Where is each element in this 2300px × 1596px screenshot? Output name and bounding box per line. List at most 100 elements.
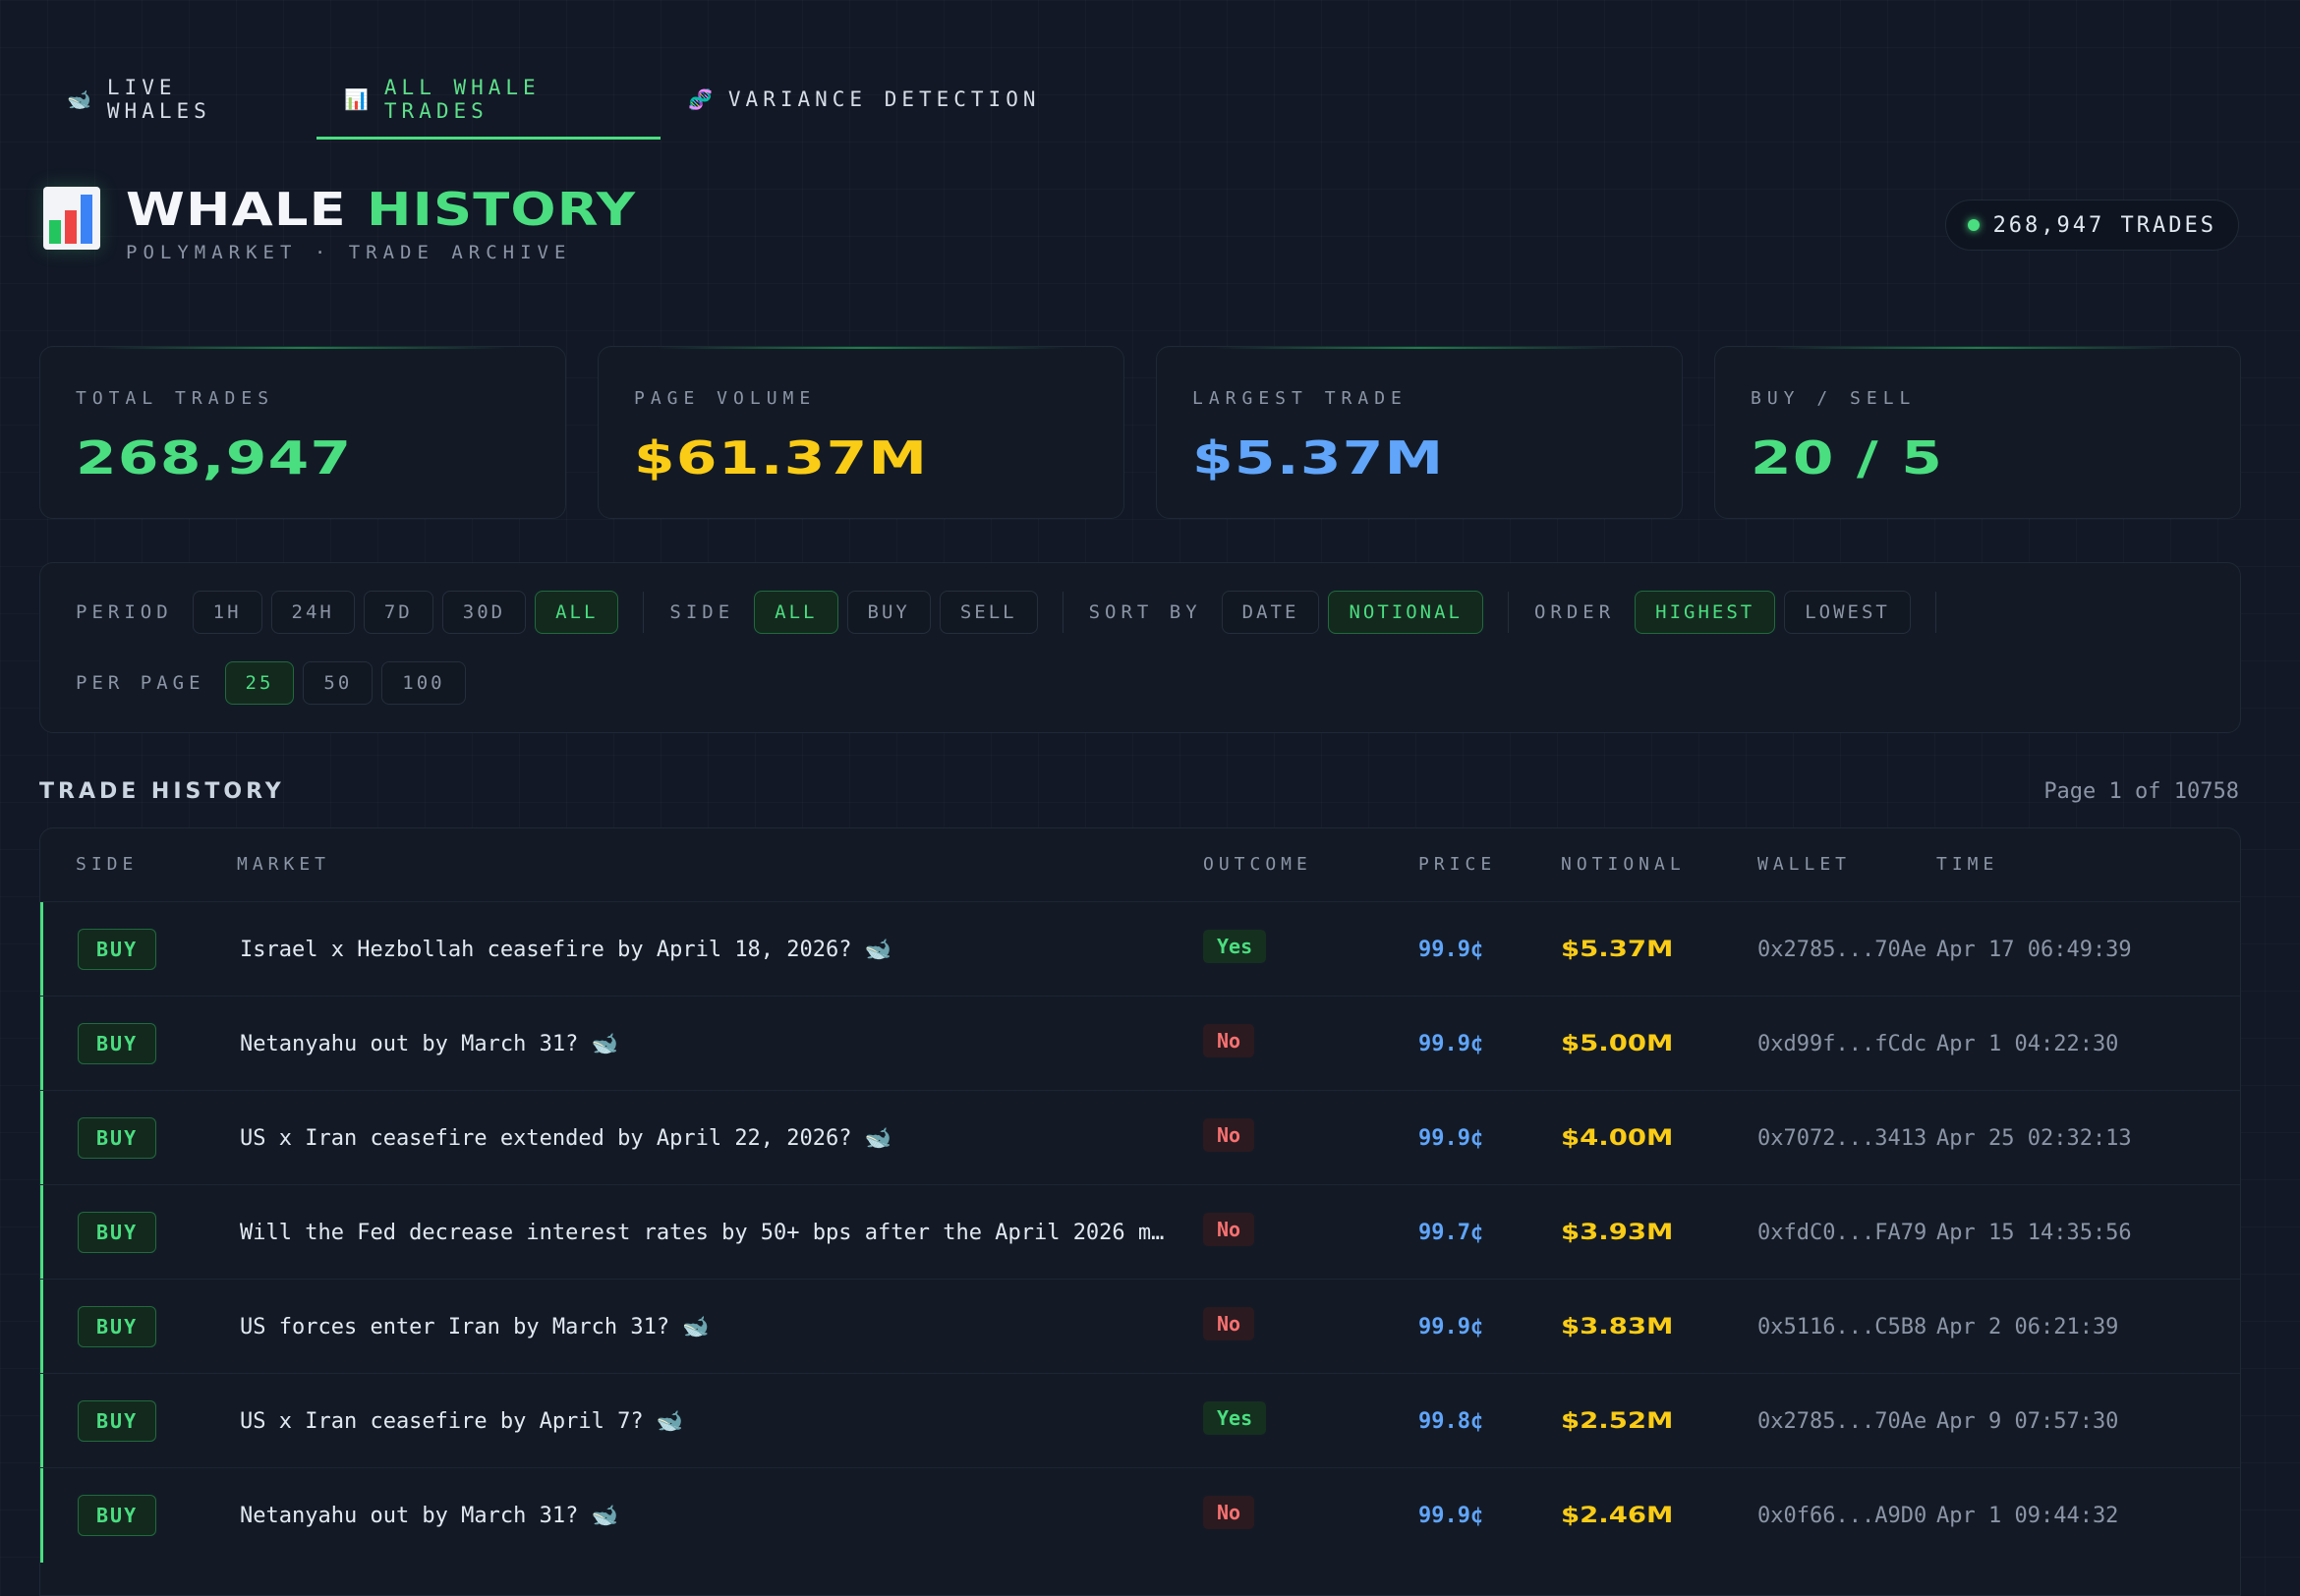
stat-value: 268,947 bbox=[76, 431, 353, 484]
divider bbox=[1507, 592, 1509, 633]
order-label: ORDER bbox=[1533, 601, 1616, 623]
market-link[interactable]: Israel x Hezbollah ceasefire by April 18… bbox=[240, 938, 1183, 962]
market-link[interactable]: US forces enter Iran by March 31? 🐋 bbox=[240, 1315, 1183, 1340]
trade-time: Apr 2 06:21:39 bbox=[1936, 1314, 2119, 1340]
table-row[interactable]: BUY US x Iran ceasefire extended by Apri… bbox=[40, 1090, 2240, 1185]
price-value: 99.9¢ bbox=[1418, 1314, 1484, 1340]
sort-date-button[interactable]: DATE bbox=[1221, 591, 1320, 634]
market-link[interactable]: Netanyahu out by March 31? 🐋 bbox=[240, 1504, 1183, 1528]
per-page-25-button[interactable]: 25 bbox=[224, 661, 295, 705]
order-highest-button[interactable]: HIGHEST bbox=[1635, 591, 1776, 634]
table-row[interactable]: BUY Israel x Hezbollah ceasefire by Apri… bbox=[40, 901, 2240, 997]
price-value: 99.7¢ bbox=[1418, 1220, 1484, 1245]
tab-variance-detection[interactable]: 🧬 VARIANCE DETECTION bbox=[661, 59, 1067, 140]
price-value: 99.9¢ bbox=[1418, 937, 1484, 962]
sort-notional-button[interactable]: NOTIONAL bbox=[1328, 591, 1483, 634]
period-1h-button[interactable]: 1H bbox=[192, 591, 262, 634]
page-title: WHALE HISTORY bbox=[126, 183, 636, 236]
stat-card-total-trades: TOTAL TRADES 268,947 bbox=[39, 346, 566, 519]
market-link[interactable]: US x Iran ceasefire by April 7? 🐋 bbox=[240, 1409, 1183, 1434]
trade-time: Apr 17 06:49:39 bbox=[1936, 937, 2132, 962]
table-row[interactable]: BUY US forces enter Iran by March 31? 🐋 … bbox=[40, 1279, 2240, 1374]
tab-label: ALL WHALE TRADES bbox=[383, 76, 541, 123]
outcome-badge: Yes bbox=[1203, 930, 1267, 963]
stat-label: PAGE VOLUME bbox=[634, 388, 817, 409]
outcome-badge: No bbox=[1203, 1118, 1255, 1152]
price-value: 99.9¢ bbox=[1418, 1125, 1484, 1151]
whale-icon: 🐋 bbox=[67, 87, 91, 111]
side-badge: BUY bbox=[78, 1306, 157, 1347]
side-badge: BUY bbox=[78, 929, 157, 970]
stat-label: LARGEST TRADE bbox=[1192, 388, 1408, 409]
table-row[interactable]: BUY US x Iran ceasefire by April 7? 🐋 Ye… bbox=[40, 1373, 2240, 1468]
table-row[interactable]: BUY Netanyahu out by March 31? 🐋 No 99.9… bbox=[40, 996, 2240, 1091]
table-row[interactable]: BUY Netanyahu out by March 31? 🐋 No 99.9… bbox=[40, 1467, 2240, 1563]
chart-logo-icon bbox=[43, 187, 100, 250]
trade-table: SIDE MARKET OUTCOME PRICE NOTIONAL WALLE… bbox=[39, 827, 2241, 1596]
wallet-address[interactable]: 0x5116...C5B8 bbox=[1757, 1280, 1926, 1374]
tab-all-whale-trades[interactable]: 📊 ALL WHALE TRADES bbox=[316, 59, 661, 140]
period-7d-button[interactable]: 7D bbox=[363, 591, 433, 634]
side-all-button[interactable]: ALL bbox=[754, 591, 838, 634]
column-header-outcome[interactable]: OUTCOME bbox=[1203, 854, 1312, 875]
trade-time: Apr 9 07:57:30 bbox=[1936, 1408, 2119, 1434]
side-badge: BUY bbox=[78, 1400, 157, 1442]
sort-label: SORT BY bbox=[1088, 601, 1202, 623]
notional-value: $4.00M bbox=[1561, 1125, 1674, 1151]
trade-time: Apr 1 04:22:30 bbox=[1936, 1031, 2119, 1056]
side-sell-button[interactable]: SELL bbox=[939, 591, 1038, 634]
side-buy-button[interactable]: BUY bbox=[846, 591, 931, 634]
outcome-badge: Yes bbox=[1203, 1401, 1267, 1435]
trade-time: Apr 15 14:35:56 bbox=[1936, 1220, 2132, 1245]
notional-value: $2.52M bbox=[1561, 1408, 1674, 1434]
wallet-address[interactable]: 0xfdC0...FA79 bbox=[1757, 1185, 1926, 1280]
order-lowest-button[interactable]: LOWEST bbox=[1784, 591, 1911, 634]
tab-live-whales[interactable]: 🐋 LIVE WHALES bbox=[39, 59, 316, 140]
table-row[interactable]: BUY Will the Fed decrease interest rates… bbox=[40, 1184, 2240, 1280]
column-header-time[interactable]: TIME bbox=[1936, 854, 1998, 875]
stat-card-buy-sell: BUY / SELL 20 / 5 bbox=[1714, 346, 2241, 519]
divider bbox=[1062, 592, 1064, 633]
side-badge: BUY bbox=[78, 1023, 157, 1064]
column-header-side[interactable]: SIDE bbox=[76, 854, 138, 875]
tab-bar: 🐋 LIVE WHALES 📊 ALL WHALE TRADES 🧬 VARIA… bbox=[39, 59, 1067, 140]
notional-value: $5.37M bbox=[1561, 937, 1674, 962]
wallet-address[interactable]: 0x0f66...A9D0 bbox=[1757, 1468, 1926, 1563]
period-all-button[interactable]: ALL bbox=[535, 591, 619, 634]
market-link[interactable]: US x Iran ceasefire extended by April 22… bbox=[240, 1126, 1183, 1151]
tab-label: VARIANCE DETECTION bbox=[727, 87, 1041, 111]
market-link[interactable]: Will the Fed decrease interest rates by … bbox=[240, 1221, 1183, 1245]
stat-label: TOTAL TRADES bbox=[76, 388, 275, 409]
per-page-100-button[interactable]: 100 bbox=[381, 661, 466, 705]
column-header-market[interactable]: MARKET bbox=[237, 854, 330, 875]
dna-icon: 🧬 bbox=[688, 87, 713, 111]
outcome-badge: No bbox=[1203, 1307, 1255, 1340]
outcome-badge: No bbox=[1203, 1213, 1255, 1246]
side-badge: BUY bbox=[78, 1212, 157, 1253]
stat-card-largest-trade: LARGEST TRADE $5.37M bbox=[1156, 346, 1683, 519]
stat-value: $5.37M bbox=[1192, 431, 1445, 484]
column-header-notional[interactable]: NOTIONAL bbox=[1561, 854, 1686, 875]
per-page-50-button[interactable]: 50 bbox=[303, 661, 374, 705]
stat-value: $61.37M bbox=[634, 431, 929, 484]
trade-time: Apr 1 09:44:32 bbox=[1936, 1503, 2119, 1528]
notional-value: $2.46M bbox=[1561, 1503, 1674, 1528]
divider bbox=[643, 592, 645, 633]
wallet-address[interactable]: 0x7072...3413 bbox=[1757, 1091, 1926, 1185]
side-label: SIDE bbox=[669, 601, 735, 623]
divider bbox=[1934, 592, 1936, 633]
wallet-address[interactable]: 0x2785...70Ae bbox=[1757, 902, 1926, 997]
price-value: 99.9¢ bbox=[1418, 1031, 1484, 1056]
period-30d-button[interactable]: 30D bbox=[441, 591, 527, 634]
column-header-price[interactable]: PRICE bbox=[1418, 854, 1496, 875]
market-link[interactable]: Netanyahu out by March 31? 🐋 bbox=[240, 1032, 1183, 1056]
wallet-address[interactable]: 0x2785...70Ae bbox=[1757, 1374, 1926, 1468]
period-24h-button[interactable]: 24H bbox=[270, 591, 355, 634]
tab-label: LIVE WHALES bbox=[106, 76, 211, 123]
trade-count-badge: 268,947 TRADES bbox=[1944, 200, 2239, 251]
page-indicator: Page 1 of 10758 bbox=[2043, 779, 2239, 804]
wallet-address[interactable]: 0xd99f...fCdc bbox=[1757, 997, 1926, 1091]
side-badge: BUY bbox=[78, 1495, 157, 1536]
stat-card-page-volume: PAGE VOLUME $61.37M bbox=[598, 346, 1124, 519]
column-header-wallet[interactable]: WALLET bbox=[1757, 854, 1851, 875]
